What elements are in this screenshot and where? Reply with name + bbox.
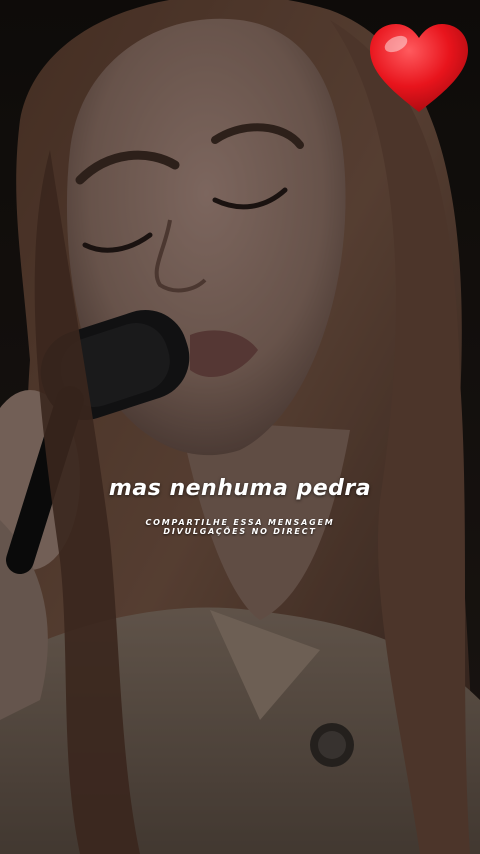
lyrics-caption: mas nenhuma pedra — [108, 476, 372, 501]
dark-overlay — [0, 0, 480, 854]
direct-promo-text: DIVULGAÇÕES NO DIRECT — [163, 527, 317, 536]
heart-icon[interactable] — [366, 20, 472, 116]
share-message-text: COMPARTILHE ESSA MENSAGEM — [145, 518, 335, 527]
video-frame[interactable]: mas nenhuma pedra COMPARTILHE ESSA MENSA… — [0, 0, 480, 854]
